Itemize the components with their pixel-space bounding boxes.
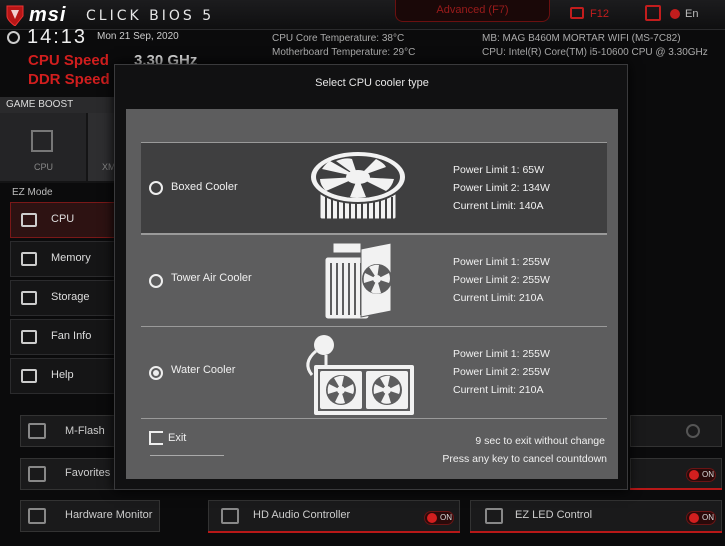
hd-audio-controller-label: HD Audio Controller [253, 509, 351, 521]
ez-item-memory[interactable]: Memory [10, 241, 116, 277]
globe-icon[interactable] [670, 9, 680, 19]
boxed-power-limit-1: Power Limit 1: 65W [453, 164, 545, 176]
hardware-monitor-icon [28, 508, 46, 524]
tower-current-limit: Current Limit: 210A [453, 292, 544, 304]
water-power-limit-1: Power Limit 1: 255W [453, 348, 550, 360]
cpu-icon [21, 213, 37, 227]
msi-dragon-shield-icon [6, 5, 24, 26]
hardware-monitor-label: Hardware Monitor [65, 509, 153, 521]
cooler-type-dialog: Select CPU cooler type Boxed Cooler Powe… [114, 64, 628, 490]
exit-underline [150, 455, 224, 456]
led-icon [485, 508, 503, 524]
cooler-option-label: Water Cooler [171, 364, 236, 376]
water-cooler-icon [306, 335, 414, 415]
brand-logo: msi [29, 4, 67, 26]
fan-icon [21, 330, 37, 344]
help-icon [21, 369, 37, 383]
exit-button[interactable]: Exit [168, 432, 186, 444]
ez-item-label: CPU [51, 213, 75, 225]
options-divider [141, 418, 607, 419]
top-bar: msi CLICK BIOS 5 Advanced (F7) F12 En [0, 0, 725, 30]
screenshot-key-label[interactable]: F12 [590, 8, 609, 20]
cpu-core-temperature: CPU Core Temperature: 38°C [272, 33, 405, 44]
dialog-title: Select CPU cooler type [315, 77, 429, 89]
ez-item-label: Fan Info [51, 330, 92, 342]
cpu-chip-icon [31, 130, 53, 152]
water-power-limit-2: Power Limit 2: 255W [453, 366, 550, 378]
cooler-option-water[interactable]: Water Cooler Power Limit 1: 255W Power L… [141, 326, 607, 418]
ez-item-fan-info[interactable]: Fan Info [10, 319, 116, 355]
tower-power-limit-2: Power Limit 2: 255W [453, 274, 550, 286]
boxed-power-limit-2: Power Limit 2: 134W [453, 182, 550, 194]
tower-air-cooler-icon [324, 242, 392, 320]
ez-item-cpu[interactable]: CPU [10, 202, 116, 238]
cancel-countdown-hint: Press any key to cancel countdown [442, 453, 607, 465]
search-icon[interactable] [645, 5, 661, 21]
ez-item-help[interactable]: Help [10, 358, 116, 394]
cooler-options-panel: Boxed Cooler Power Limit 1: 65W Power Li… [126, 109, 618, 479]
cooler-option-label: Boxed Cooler [171, 181, 238, 193]
motherboard-temperature: Motherboard Temperature: 29°C [272, 47, 416, 58]
right-feature-accent-line [630, 488, 722, 490]
cpu-speed-label: CPU Speed [28, 52, 109, 69]
ez-mode-title: EZ Mode [12, 187, 53, 198]
tower-air-cooler-radio[interactable] [149, 274, 163, 288]
clock-icon [7, 31, 20, 44]
right-feature-circle-icon [686, 424, 700, 438]
memory-icon [21, 252, 37, 266]
ez-item-label: Storage [51, 291, 90, 303]
ez-led-toggle[interactable]: ON [686, 511, 716, 525]
motherboard-model: MB: MAG B460M MORTAR WIFI (MS-7C82) [482, 33, 681, 44]
game-boost-header: GAME BOOST [0, 97, 116, 113]
language-selector[interactable]: En [685, 8, 698, 20]
cpu-model: CPU: Intel(R) Core(TM) i5-10600 CPU @ 3.… [482, 47, 708, 58]
ez-item-storage[interactable]: Storage [10, 280, 116, 316]
ez-item-label: Help [51, 369, 74, 381]
ez-led-control-label: EZ LED Control [515, 509, 593, 521]
product-name: CLICK BIOS 5 [86, 8, 215, 24]
hd-audio-toggle[interactable]: ON [424, 511, 454, 525]
ez-item-label: Memory [51, 252, 91, 264]
ddr-speed-label: DDR Speed [28, 71, 110, 88]
storage-icon [21, 291, 37, 305]
cooler-option-label: Tower Air Cooler [171, 272, 252, 284]
favorites-icon [28, 466, 46, 482]
favorites-label: Favorites [65, 467, 111, 479]
water-current-limit: Current Limit: 210A [453, 384, 544, 396]
advanced-mode-tab[interactable]: Advanced (F7) [395, 0, 550, 22]
exit-icon[interactable] [149, 431, 163, 445]
boxed-cooler-radio[interactable] [149, 181, 163, 195]
cooler-option-boxed[interactable]: Boxed Cooler Power Limit 1: 65W Power Li… [141, 142, 607, 234]
water-cooler-radio[interactable] [149, 366, 163, 380]
screenshot-icon[interactable] [570, 7, 584, 19]
hd-audio-accent-line [208, 531, 460, 533]
cooler-option-tower-air[interactable]: Tower Air Cooler Power Limit 1: 255W Pow… [141, 234, 607, 326]
boxed-cooler-icon [309, 150, 407, 220]
ez-led-accent-line [470, 531, 722, 533]
mflash-label: M-Flash [65, 425, 105, 437]
system-date: Mon 21 Sep, 2020 [97, 31, 179, 42]
countdown-text: 9 sec to exit without change [475, 435, 605, 447]
boxed-current-limit: Current Limit: 140A [453, 200, 544, 212]
right-feature-toggle[interactable]: ON [686, 468, 716, 482]
system-time: 14:13 [27, 26, 88, 48]
tower-power-limit-1: Power Limit 1: 255W [453, 256, 550, 268]
ez-led-control-button[interactable] [470, 500, 722, 532]
game-boost-cpu-label: CPU [34, 162, 54, 172]
right-feature-button-2[interactable] [630, 415, 722, 447]
speaker-icon [221, 508, 239, 524]
mflash-icon [28, 423, 46, 439]
